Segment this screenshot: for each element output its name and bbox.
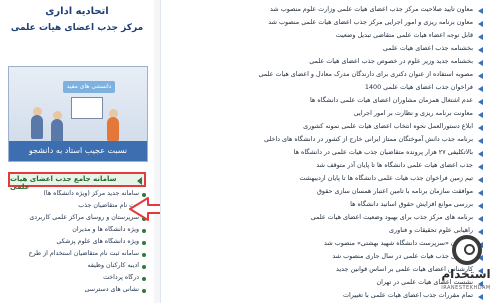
watermark-logo: استخدام IRANESTEKHDAM xyxy=(436,235,496,301)
menu-item-label: نشانی های دسترسی xyxy=(84,286,139,293)
list-item[interactable]: موافقت سازمان برنامه با تامین اعتبار همس… xyxy=(161,186,491,199)
list-item-link[interactable]: مصوبه استفاده از عنوان دکتری برای دارندگ… xyxy=(258,70,473,78)
list-item-link[interactable]: معاون تایید صلاحیت مرکز جذب اعضای هیات ع… xyxy=(270,5,473,13)
list-item-link[interactable]: بالاتکلیفی ۲۷ هزار پرونده متقاضیان جذب ه… xyxy=(294,148,473,156)
list-item[interactable]: معاونت برنامه ریزی و نظارت بر امور اجرای… xyxy=(161,108,491,121)
bullet-icon xyxy=(142,265,146,269)
menu-item[interactable]: ثبت نام متقاضیان جذب xyxy=(8,202,146,212)
list-item-link[interactable]: بخشنامه جدید وزیر علوم در خصوص جذب اعضای… xyxy=(309,57,473,65)
bullet-icon xyxy=(142,277,146,281)
list-item[interactable]: بخشنامه جدید وزیر علوم در خصوص جذب اعضای… xyxy=(161,56,491,69)
list-item[interactable]: جذب اعضای هیات علمی دانشگاه ها تا پایان … xyxy=(161,160,491,173)
list-item[interactable]: بررسی موانع افزایش حقوق اساتید دانشگاه ه… xyxy=(161,199,491,212)
watermark-subtext: IRANESTEKHDAM xyxy=(441,285,491,291)
site-title[interactable]: اتحادیه اداری مرکز جذب اعضای هیات علمی xyxy=(8,0,146,58)
list-item-link[interactable]: جذب اعضای هیات علمی دانشگاه ها تا پایان … xyxy=(316,161,473,169)
menu-item[interactable]: سرپرستان و روسای مراکز علمی کاربردی xyxy=(8,214,146,224)
list-item-link[interactable]: تیم زمین فراخوان جذب هیات علمی دانشگاه ه… xyxy=(299,174,473,182)
triangle-bullet-icon xyxy=(478,151,483,157)
list-item-link[interactable]: معاونت برنامه ریزی و نظارت بر امور اجرای… xyxy=(354,109,473,117)
magnifier-person-icon xyxy=(464,244,475,255)
triangle-bullet-icon xyxy=(478,138,483,144)
list-item[interactable]: تیم زمین فراخوان جذب هیات علمی دانشگاه ه… xyxy=(161,173,491,186)
triangle-bullet-icon xyxy=(478,99,483,105)
banner-image[interactable]: دانستنی های مفید نسبت عجیب استاد به دانش… xyxy=(8,66,148,162)
list-item[interactable]: برنامه جذب دانش آموختگان ممتاز ایرانی خا… xyxy=(161,134,491,147)
triangle-bullet-icon xyxy=(478,112,483,118)
triangle-bullet-icon xyxy=(478,177,483,183)
menu-item-label: سامانه جدید مرکز (ویژه دانشگاه ها) xyxy=(43,190,139,197)
bullet-icon xyxy=(142,253,146,257)
page: اتحادیه اداری مرکز جذب اعضای هیات علمی د… xyxy=(0,0,500,303)
list-item[interactable]: ابلاغ دستورالعمل نحوه انتخاب اعضای هیات … xyxy=(161,121,491,134)
banner-caption: نسبت عجیب استاد به دانشجو xyxy=(9,141,147,161)
bullet-icon xyxy=(142,229,146,233)
menu-item[interactable]: ادیبه کارکنان وظیفه xyxy=(8,262,146,272)
triangle-bullet-icon xyxy=(478,86,483,92)
list-item-link[interactable]: برنامه های مرکز جذب برای بهبود وضعیت اعض… xyxy=(311,213,473,221)
menu-item-label: درگاه پرداخت xyxy=(103,274,139,281)
list-item[interactable]: فراخوان جذب اعضای هیات علمی 1400 xyxy=(161,82,491,95)
list-item-link[interactable]: موافقت سازمان برنامه با تامین اعتبار همس… xyxy=(317,187,473,195)
menu-item-label: ویژه دانشگاه های علوم پزشکی xyxy=(56,238,139,245)
list-item-link[interactable]: معاون برنامه ریزی و امور اجرایی مرکز جذب… xyxy=(268,18,473,26)
menu-item[interactable]: درگاه پرداخت xyxy=(8,274,146,284)
list-item-link[interactable]: قابل توجه اعضاء هیات علمی متقاضی تبدیل و… xyxy=(336,31,473,39)
bullet-icon xyxy=(142,289,146,293)
list-item[interactable]: بالاتکلیفی ۲۷ هزار پرونده متقاضیان جذب ه… xyxy=(161,147,491,160)
bullet-icon xyxy=(142,241,146,245)
triangle-bullet-icon xyxy=(478,47,483,53)
site-title-line1: اتحادیه اداری xyxy=(45,6,109,17)
menu-item[interactable]: سامانه جدید مرکز (ویژه دانشگاه ها) xyxy=(8,190,146,200)
list-item[interactable]: بخشنامه جذب اعضای هیات علمی xyxy=(161,43,491,56)
list-item-link[interactable]: بررسی موانع افزایش حقوق اساتید دانشگاه ه… xyxy=(350,200,473,208)
list-item[interactable]: معاون برنامه ریزی و امور اجرایی مرکز جذب… xyxy=(161,17,491,30)
list-item[interactable]: مصوبه استفاده از عنوان دکتری برای دارندگ… xyxy=(161,69,491,82)
triangle-bullet-icon xyxy=(478,125,483,131)
list-item[interactable]: قابل توجه اعضاء هیات علمی متقاضی تبدیل و… xyxy=(161,30,491,43)
list-item[interactable]: معاون تایید صلاحیت مرکز جذب اعضای هیات ع… xyxy=(161,4,491,17)
triangle-bullet-icon xyxy=(478,34,483,40)
triangle-bullet-icon xyxy=(478,203,483,209)
list-item-link[interactable]: فراخوان جذب اعضای هیات علمی 1400 xyxy=(365,83,473,91)
triangle-bullet-icon xyxy=(478,73,483,79)
triangle-bullet-icon xyxy=(478,190,483,196)
menu-item-label: ویژه دانشگاه ها و مدیران xyxy=(72,226,139,233)
watermark-text: استخدام xyxy=(441,267,491,281)
arrow-left-icon xyxy=(137,177,142,185)
menu-item-label: سامانه ثبت نام متقاضیان استخدام از طرح xyxy=(28,250,139,257)
menu-item[interactable]: ویژه دانشگاه های علوم پزشکی xyxy=(8,238,146,248)
triangle-bullet-icon xyxy=(478,164,483,170)
person-icon xyxy=(107,117,119,141)
menu-item[interactable]: ویژه دانشگاه ها و مدیران xyxy=(8,226,146,236)
menu-item[interactable]: سامانه ثبت نام متقاضیان استخدام از طرح xyxy=(8,250,146,260)
banner-tag: دانستنی های مفید xyxy=(63,81,115,93)
menu-head-label: سامانه جامع جذب اعضای هیات علمی xyxy=(10,175,117,191)
person-icon xyxy=(31,115,43,139)
triangle-bullet-icon xyxy=(478,8,483,14)
triangle-bullet-icon xyxy=(478,216,483,222)
menu-item-label: ادیبه کارکنان وظیفه xyxy=(87,262,140,269)
triangle-bullet-icon xyxy=(478,60,483,66)
list-item-link[interactable]: ابلاغ دستورالعمل نحوه انتخاب اعضای هیات … xyxy=(303,122,473,130)
menu-item-label: سرپرستان و روسای مراکز علمی کاربردی xyxy=(29,214,139,221)
list-item[interactable]: عدم اشتغال همزمان مشاوران اعضای هیات علم… xyxy=(161,95,491,108)
list-item-link[interactable]: بخشنامه جذب اعضای هیات علمی xyxy=(383,44,473,52)
triangle-bullet-icon xyxy=(478,21,483,27)
list-item-link[interactable]: عدم اشتغال همزمان مشاوران اعضای هیات علم… xyxy=(310,96,473,104)
menu-item[interactable]: نشانی های دسترسی xyxy=(8,286,146,296)
left-column: اتحادیه اداری مرکز جذب اعضای هیات علمی د… xyxy=(0,0,154,303)
list-item[interactable]: برنامه های مرکز جذب برای بهبود وضعیت اعض… xyxy=(161,212,491,225)
board-icon xyxy=(71,97,103,119)
list-item-link[interactable]: راهیابی علوم تحقیقات و فناوری xyxy=(389,226,473,234)
menu-item-recruitment-system[interactable]: سامانه جامع جذب اعضای هیات علمی xyxy=(8,172,146,191)
site-title-line2: مرکز جذب اعضای هیات علمی xyxy=(10,23,144,33)
list-item-link[interactable]: برنامه جذب دانش آموختگان ممتاز ایرانی خا… xyxy=(264,135,473,143)
person-icon xyxy=(51,119,63,143)
magnifier-icon xyxy=(452,235,482,265)
